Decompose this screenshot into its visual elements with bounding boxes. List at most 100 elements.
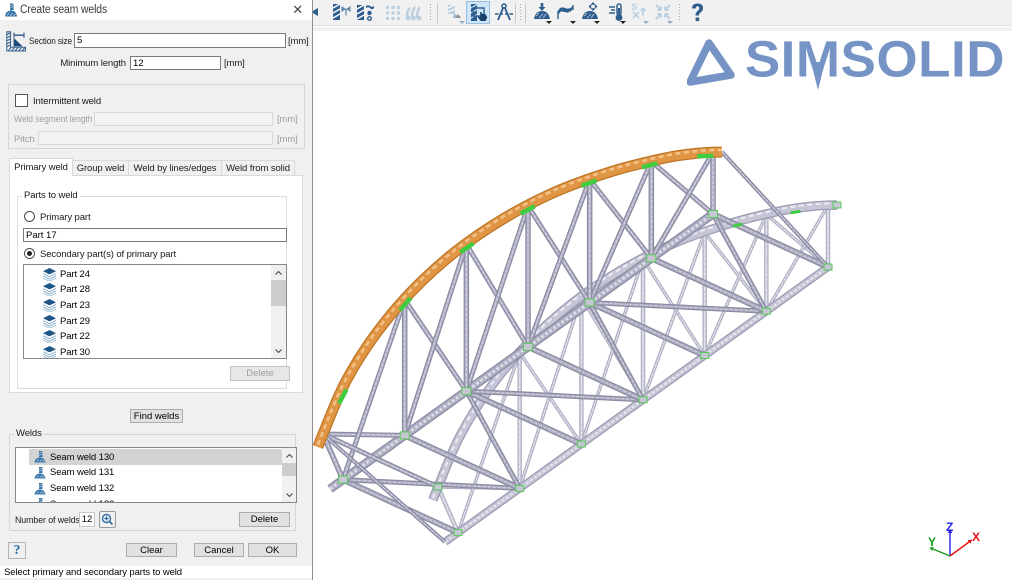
tab-label: Group weld xyxy=(77,163,125,174)
create-seam-welds-dialog: Create seam welds ✕ Section size [mm] Mini… xyxy=(0,0,313,580)
section-size-label: Section size xyxy=(29,36,72,47)
primary-part-input[interactable] xyxy=(23,228,287,242)
axis-x: X xyxy=(950,530,980,556)
weld-list-item[interactable]: Seam weld 132 xyxy=(16,481,282,497)
part-list-item[interactable]: Part 22 xyxy=(24,329,272,345)
section-size-input[interactable] xyxy=(74,33,286,48)
svg-text:Z: Z xyxy=(946,520,953,534)
cancel-button[interactable]: Cancel xyxy=(194,543,244,557)
part-list-item[interactable]: Part 24 xyxy=(24,266,272,282)
part-list-item[interactable]: Part 30 xyxy=(24,345,272,360)
tab-primary-weld[interactable]: Primary weld xyxy=(9,158,73,176)
scroll-down-icon[interactable] xyxy=(282,487,296,502)
scroll-up-icon[interactable] xyxy=(271,265,286,280)
axis-z: Z xyxy=(946,520,953,556)
dialog-title: Create seam welds xyxy=(20,4,107,16)
primary-part-label: Primary part xyxy=(40,212,91,223)
welds-listbox[interactable]: Seam weld 130 Seam weld 131 Seam weld 13… xyxy=(15,447,297,503)
intermittent-checkbox[interactable] xyxy=(15,94,28,107)
svg-text:X: X xyxy=(972,530,980,544)
seam-weld-item-icon xyxy=(34,451,46,463)
parts-scrollbar[interactable] xyxy=(271,265,286,358)
segment-length-label: Weld segment length xyxy=(14,114,92,125)
welds-delete-button[interactable]: Delete xyxy=(239,512,290,527)
pitch-unit: [mm] xyxy=(277,134,298,145)
section-size-unit: [mm] xyxy=(288,36,309,47)
cancel-label: Cancel xyxy=(204,545,234,556)
status-bar: Select primary and secondary parts to we… xyxy=(0,566,312,578)
welds-group-label: Welds xyxy=(14,428,44,439)
number-of-welds-value xyxy=(79,512,95,527)
part-icon xyxy=(43,283,56,296)
scroll-down-icon[interactable] xyxy=(271,343,286,358)
tab-label: Primary weld xyxy=(14,162,68,173)
scrollbar-thumb[interactable] xyxy=(282,463,296,476)
part-list-item[interactable]: Part 29 xyxy=(24,313,272,329)
parts-delete-button[interactable]: Delete xyxy=(230,366,290,381)
clear-label: Clear xyxy=(140,545,163,556)
secondary-part-label: Secondary part(s) of primary part xyxy=(40,249,176,260)
pitch-input[interactable] xyxy=(38,131,273,145)
parts-delete-label: Delete xyxy=(246,368,273,379)
clear-button[interactable]: Clear xyxy=(126,543,177,557)
part-list-item[interactable]: Part 23 xyxy=(24,297,272,313)
welds-scrollbar[interactable] xyxy=(282,448,296,502)
pitch-label: Pitch xyxy=(14,134,35,145)
seam-weld-item-icon xyxy=(34,498,46,503)
part-label: Part 28 xyxy=(60,284,90,295)
segment-length-unit: [mm] xyxy=(277,114,298,125)
part-icon xyxy=(43,315,56,328)
ok-button[interactable]: OK xyxy=(248,543,297,557)
section-size-icon xyxy=(6,31,27,52)
svg-text:Y: Y xyxy=(928,535,936,549)
help-label: ? xyxy=(14,543,21,559)
weld-label: Seam weld 131 xyxy=(50,467,114,478)
minimum-length-unit: [mm] xyxy=(224,58,245,69)
find-welds-button[interactable]: Find welds xyxy=(130,409,183,423)
segment-length-input[interactable] xyxy=(94,112,273,126)
part-icon xyxy=(43,330,56,343)
part-icon xyxy=(43,299,56,312)
minimum-length-input[interactable] xyxy=(130,56,221,70)
part-label: Part 24 xyxy=(60,269,90,280)
scroll-up-icon[interactable] xyxy=(282,448,296,463)
ok-label: OK xyxy=(266,545,280,556)
seam-weld-item-icon xyxy=(34,467,46,479)
part-label: Part 22 xyxy=(60,331,90,342)
secondary-part-radio[interactable] xyxy=(24,248,35,259)
tab-group-weld[interactable]: Group weld xyxy=(73,160,129,176)
seam-weld-icon xyxy=(4,3,18,17)
axis-y: Y xyxy=(928,535,950,556)
application-window: S SIMSOLID xyxy=(0,0,1012,580)
parts-listbox[interactable]: Part 24 Part 28 Part 23 Part 29 xyxy=(23,264,287,359)
dialog-titlebar[interactable]: Create seam welds ✕ xyxy=(0,0,312,20)
number-of-welds-label: Number of welds xyxy=(15,515,80,526)
find-welds-label: Find welds xyxy=(134,411,179,422)
tab-label: Weld by lines/edges xyxy=(134,163,217,174)
part-label: Part 29 xyxy=(60,316,90,327)
weld-list-item[interactable]: Seam weld 133 xyxy=(16,496,282,503)
part-label: Part 30 xyxy=(60,347,90,358)
part-icon xyxy=(43,346,56,359)
scrollbar-thumb[interactable] xyxy=(271,280,286,306)
help-button[interactable]: ? xyxy=(8,542,26,559)
close-icon[interactable]: ✕ xyxy=(292,2,303,18)
status-text: Select primary and secondary parts to we… xyxy=(4,567,182,578)
part-label: Part 23 xyxy=(60,300,90,311)
zoom-to-welds-button[interactable] xyxy=(99,511,116,528)
minimum-length-label: Minimum length xyxy=(46,58,126,69)
parts-group-label: Parts to weld xyxy=(22,190,80,201)
part-icon xyxy=(43,268,56,281)
weld-label: Seam weld 130 xyxy=(50,452,114,463)
seam-weld-item-icon xyxy=(34,483,46,495)
weld-list-item[interactable]: Seam weld 130 xyxy=(16,449,282,465)
part-list-item[interactable]: Part 28 xyxy=(24,282,272,298)
welds-delete-label: Delete xyxy=(251,514,278,525)
weld-label: Seam weld 133 xyxy=(50,499,114,503)
tab-weld-from-solid[interactable]: Weld from solid xyxy=(222,160,295,176)
intermittent-label: Intermittent weld xyxy=(33,96,101,107)
tab-label: Weld from solid xyxy=(226,163,290,174)
tab-weld-by-lines-edges[interactable]: Weld by lines/edges xyxy=(129,160,222,176)
weld-list-item[interactable]: Seam weld 131 xyxy=(16,465,282,481)
primary-part-radio[interactable] xyxy=(24,211,35,222)
